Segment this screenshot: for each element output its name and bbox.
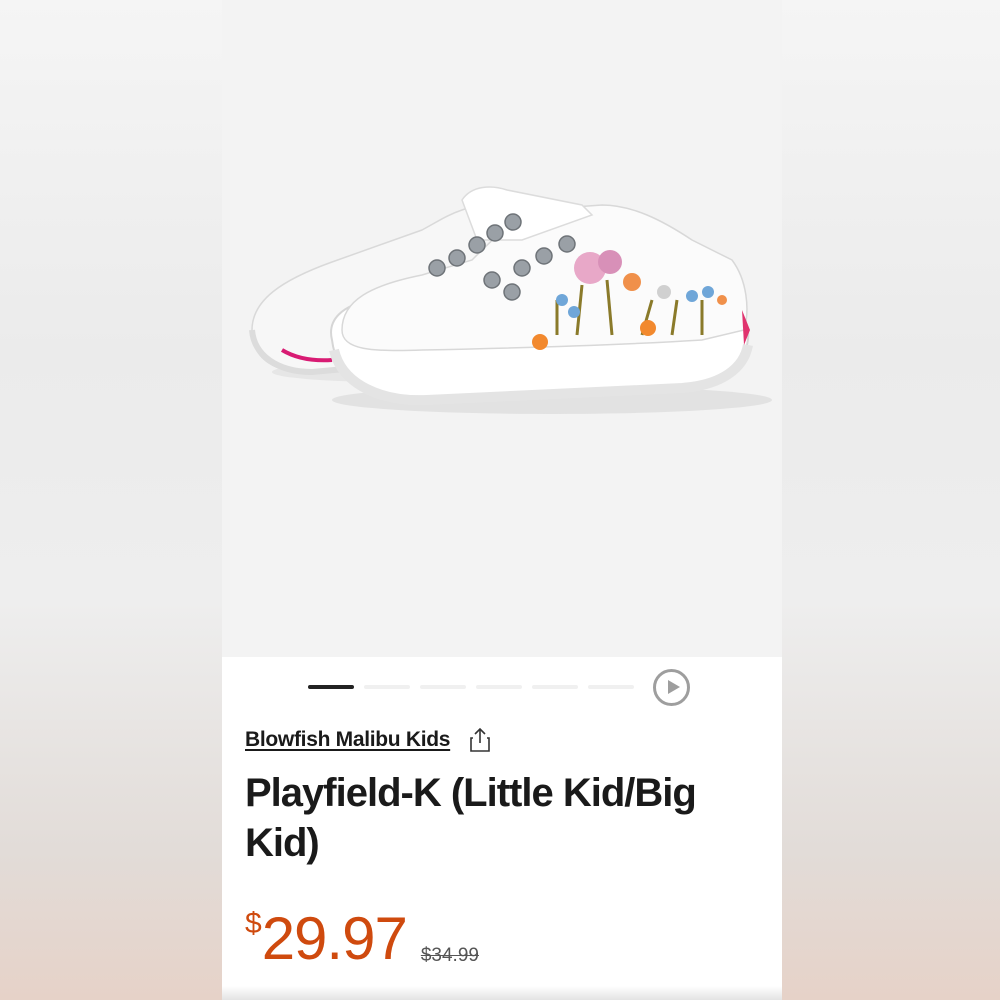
background-blur-left: [0, 0, 222, 1000]
carousel-dot-4[interactable]: [476, 685, 522, 689]
share-icon[interactable]: [468, 727, 492, 753]
carousel-dot-6[interactable]: [588, 685, 634, 689]
carousel-dot-5[interactable]: [532, 685, 578, 689]
product-page: Blowfish Malibu Kids Playfield-K (Little…: [222, 0, 782, 1000]
brand-link[interactable]: Blowfish Malibu Kids: [245, 728, 450, 752]
price-currency: $: [245, 907, 262, 940]
original-price: $34.99: [420, 945, 479, 966]
carousel-dot-3[interactable]: [420, 685, 466, 689]
carousel-dot-1[interactable]: [308, 685, 354, 689]
price-block: $ 29.97 $34.99: [245, 905, 479, 975]
image-carousel-indicator: [222, 657, 782, 719]
carousel-dot-2[interactable]: [364, 685, 410, 689]
background-blur-right: [782, 0, 1000, 1000]
play-icon[interactable]: [653, 669, 690, 706]
brand-row: Blowfish Malibu Kids: [245, 722, 492, 758]
bottom-fade: [222, 986, 782, 1000]
sale-price: 29.97: [261, 905, 408, 972]
product-title: Playfield-K (Little Kid/Big Kid): [245, 771, 697, 865]
product-image[interactable]: [222, 0, 782, 657]
sneaker-illustration: [249, 186, 772, 414]
